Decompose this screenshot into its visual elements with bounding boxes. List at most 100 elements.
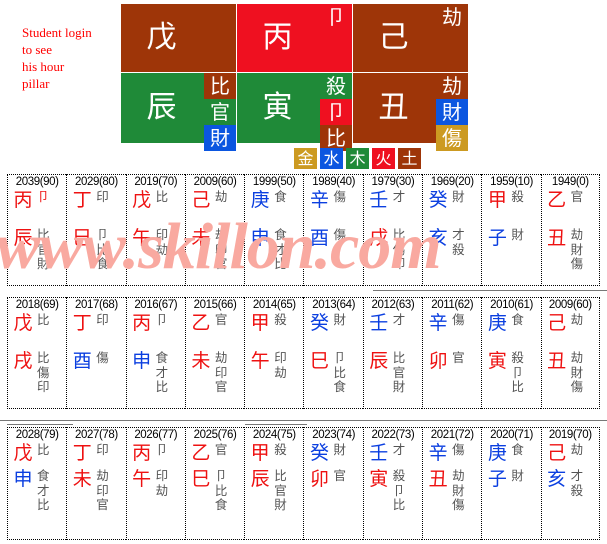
luck-pillar-1999[interactable]: 1999(50) 庚食申食才比 xyxy=(244,174,304,286)
luck-branch-gods: 食才比 xyxy=(35,468,63,513)
luck-pillar-1989[interactable]: 1989(40) 辛傷酉傷 xyxy=(303,174,363,286)
luck-stem-line: 甲殺 xyxy=(248,312,300,334)
luck-pillar-2019[interactable]: 2019(70) 己劫亥才殺 xyxy=(540,427,600,540)
luck-stem-char: 己 xyxy=(547,442,567,464)
ten-god: 印 xyxy=(96,312,109,327)
ten-god: 比 xyxy=(204,73,236,99)
luck-branch-char: 午 xyxy=(250,350,270,372)
luck-pillar-2011[interactable]: 2011(62) 辛傷卯官 xyxy=(422,297,482,409)
luck-pillar-2022[interactable]: 2022(73) 壬才寅殺卩比 xyxy=(362,427,423,540)
student-login-note-line: pillar xyxy=(22,76,50,91)
luck-pillar-2015[interactable]: 2015(66) 乙官未劫印官 xyxy=(184,297,245,409)
luck-pillar-1959[interactable]: 1959(10) 甲殺子財 xyxy=(481,174,541,286)
ten-god: 才 xyxy=(392,442,406,457)
stem-row: 戊丙卩己劫 xyxy=(121,4,468,72)
luck-branch-line: 申食才比 xyxy=(248,227,300,272)
luck-stem-god: 殺 xyxy=(272,442,300,458)
luck-branch-gods: 官 xyxy=(331,468,359,484)
luck-branch-char: 午 xyxy=(132,468,152,490)
luck-pillar-2026[interactable]: 2026(77) 丙卩午印劫 xyxy=(125,427,185,540)
natal-stem-2-cell: 己劫 xyxy=(353,4,468,72)
luck-pillar-2039[interactable]: 2039(90) 丙卩辰比官財 xyxy=(7,174,67,286)
luck-pillar-2018[interactable]: 2018(69) 戊比戌比傷印 xyxy=(7,297,67,409)
luck-branch-line: 子財 xyxy=(485,468,537,490)
ten-god: 官 xyxy=(274,482,287,498)
ten-god: 殺 xyxy=(570,482,584,498)
luck-stem-god: 財 xyxy=(450,189,478,205)
luck-pillar-2013[interactable]: 2013(64) 癸財巳卩比食 xyxy=(303,297,363,409)
luck-branch-line: 卯官 xyxy=(426,350,478,372)
luck-pillar-year-label: 2025(76) xyxy=(193,429,237,441)
ten-god: 才 xyxy=(274,241,287,257)
ten-god: 才 xyxy=(570,468,584,483)
luck-pillar-2023[interactable]: 2023(74) 癸財卯官 xyxy=(303,427,363,540)
student-login-note-line: to see xyxy=(22,42,52,57)
ten-god: 傷 xyxy=(37,364,50,380)
luck-pillar-1949[interactable]: 1949(0) 乙官丑劫財傷 xyxy=(540,174,600,286)
luck-pillar-1969[interactable]: 1969(20) 癸財亥才殺 xyxy=(422,174,482,286)
ten-god: 比 xyxy=(37,350,50,365)
luck-stem-god: 傷 xyxy=(450,442,478,458)
luck-pillar-2024[interactable]: 2024(75) 甲殺辰比官財 xyxy=(244,427,304,540)
luck-branch-char: 亥 xyxy=(428,227,448,249)
luck-stem-char: 戊 xyxy=(13,312,33,334)
luck-stem-char: 戊 xyxy=(132,189,152,211)
luck-pillar-2016[interactable]: 2016(67) 丙卩申食才比 xyxy=(125,297,185,409)
luck-stem-god: 劫 xyxy=(213,189,241,205)
luck-stem-god: 比 xyxy=(35,312,63,328)
luck-branch-line: 巳卩比食 xyxy=(70,227,122,272)
luck-branch-gods: 比傷印 xyxy=(391,227,419,272)
ten-god: 劫 xyxy=(155,241,169,257)
luck-branch-line: 午印劫 xyxy=(130,227,182,257)
luck-branch-gods: 財 xyxy=(509,227,537,243)
luck-pillar-2025[interactable]: 2025(76) 乙官巳卩比食 xyxy=(184,427,245,540)
luck-branch-gods: 劫財傷 xyxy=(450,468,478,513)
ten-god: 比 xyxy=(214,482,228,498)
ten-god: 劫 xyxy=(570,442,584,457)
ten-god: 傷 xyxy=(392,241,406,257)
luck-pillar-2029[interactable]: 2029(80) 丁印巳卩比食 xyxy=(66,174,126,286)
ten-god: 比 xyxy=(392,350,406,365)
luck-stem-line: 癸財 xyxy=(307,442,359,464)
ten-god: 比 xyxy=(37,227,50,242)
luck-branch-gods: 印劫 xyxy=(272,350,300,380)
luck-branch-gods: 傷 xyxy=(331,227,359,243)
luck-branch-char: 寅 xyxy=(487,350,507,372)
luck-pillar-2009[interactable]: 2009(60) 己劫丑劫財傷 xyxy=(540,297,600,409)
luck-pillar-2014[interactable]: 2014(65) 甲殺午印劫 xyxy=(244,297,304,409)
luck-pillar-2020[interactable]: 2020(71) 庚食子財 xyxy=(481,427,541,540)
luck-stem-god: 食 xyxy=(509,312,537,328)
luck-pillar-2019[interactable]: 2019(70) 戊比午印劫 xyxy=(125,174,185,286)
luck-stem-god: 印 xyxy=(94,189,122,205)
luck-pillar-2010[interactable]: 2010(61) 庚食寅殺卩比 xyxy=(481,297,541,409)
luck-pillar-2021[interactable]: 2021(72) 辛傷丑劫財傷 xyxy=(422,427,482,540)
luck-pillar-year-label: 2019(70) xyxy=(548,429,592,441)
luck-stem-god: 官 xyxy=(569,189,597,205)
luck-pillar-2027[interactable]: 2027(78) 丁印未劫印官 xyxy=(66,427,126,540)
ten-god: 卩 xyxy=(320,4,352,30)
ten-god: 傷 xyxy=(570,256,584,271)
luck-pillar-year-label: 2023(74) xyxy=(312,429,356,441)
ten-god: 官 xyxy=(96,497,109,512)
luck-pillar-2012[interactable]: 2012(63) 壬才辰比官財 xyxy=(362,297,423,409)
natal-branch-1-cell: 寅殺卩比 xyxy=(237,73,352,151)
ten-god: 劫 xyxy=(96,468,109,483)
luck-pillar-2017[interactable]: 2017(68) 丁印酉傷 xyxy=(66,297,126,409)
ten-god: 卩 xyxy=(320,99,352,125)
luck-branch-gods: 比傷印 xyxy=(35,350,63,395)
ten-god: 印 xyxy=(392,256,406,271)
luck-pillar-2009[interactable]: 2009(60) 己劫未劫印官 xyxy=(184,174,245,286)
row-divider-1 xyxy=(373,290,607,291)
ten-god: 官 xyxy=(570,189,584,204)
luck-pillar-2028[interactable]: 2028(79) 戊比申食才比 xyxy=(7,427,67,540)
luck-stem-god: 殺 xyxy=(272,312,300,328)
luck-branch-line: 丑劫財傷 xyxy=(426,468,478,513)
luck-pillar-1979[interactable]: 1979(30) 壬才戌比傷印 xyxy=(362,174,423,286)
luck-pillar-year-label: 2016(67) xyxy=(134,299,178,311)
luck-stem-line: 己劫 xyxy=(545,442,597,464)
luck-branch-char: 辰 xyxy=(250,468,270,490)
ten-god: 食 xyxy=(155,350,169,365)
luck-branch-gods: 食才比 xyxy=(272,227,300,272)
luck-branch-char: 辰 xyxy=(13,227,33,249)
luck-stem-char: 丁 xyxy=(72,312,92,334)
